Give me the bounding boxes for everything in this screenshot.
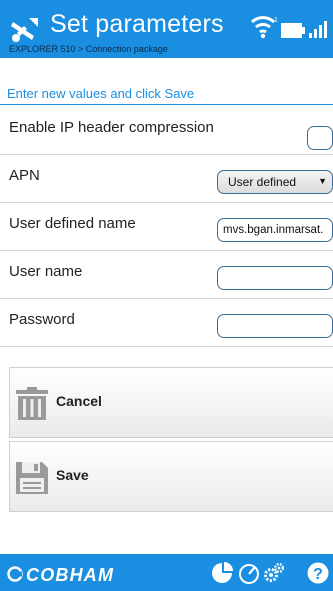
user-name-row: User name (0, 251, 333, 299)
ip-header-compression-label: Enable IP header compression (9, 119, 214, 136)
help-icon[interactable]: ? (307, 562, 329, 584)
brand-text: COBHAM (26, 565, 114, 584)
signal-icon (309, 21, 327, 38)
apn-select[interactable]: User defined ▼ (217, 170, 333, 194)
cobham-logo[interactable]: COBHAM (7, 564, 157, 584)
user-defined-name-input[interactable]: mvs.bgan.inmarsat. (217, 218, 333, 242)
ip-header-compression-checkbox[interactable] (307, 126, 333, 150)
floppy-disk-icon (16, 462, 48, 494)
user-name-input[interactable] (217, 266, 333, 290)
footer-bar: COBHAM ? (0, 554, 333, 591)
user-defined-name-label: User defined name (9, 215, 136, 232)
user-defined-name-row: User defined name mvs.bgan.inmarsat. (0, 203, 333, 251)
settings-icon[interactable] (263, 562, 285, 584)
apn-label: APN (9, 167, 40, 184)
cancel-button[interactable]: Cancel (9, 367, 333, 438)
save-label: Save (56, 467, 89, 483)
apn-selected-value: User defined (228, 175, 297, 189)
battery-icon (281, 23, 305, 38)
user-name-label: User name (9, 263, 83, 280)
status-icons: 1 (250, 16, 327, 39)
svg-text:1: 1 (274, 17, 278, 24)
save-button[interactable]: Save (9, 441, 333, 512)
password-label: Password (9, 311, 75, 328)
wifi-icon: 1 (250, 16, 278, 39)
dropdown-arrow-icon: ▼ (318, 176, 327, 186)
apn-row: APN User defined ▼ (0, 155, 333, 203)
instruction-text: Enter new values and click Save (7, 86, 195, 101)
cancel-label: Cancel (56, 393, 102, 409)
page-title: Set parameters (50, 10, 224, 38)
header-bar: Set parameters 1 EXPLORER 510 > Connecti… (0, 0, 333, 58)
breadcrumb[interactable]: EXPLORER 510 > Connection package (9, 44, 168, 54)
pie-chart-icon[interactable] (211, 562, 233, 584)
gauge-icon[interactable] (238, 562, 260, 584)
trash-icon (16, 387, 48, 420)
password-row: Password (0, 299, 333, 347)
password-input[interactable] (217, 314, 333, 338)
ip-header-compression-row: Enable IP header compression (0, 107, 333, 155)
tools-icon[interactable] (10, 16, 40, 44)
divider (0, 104, 333, 105)
svg-text:?: ? (313, 566, 323, 583)
